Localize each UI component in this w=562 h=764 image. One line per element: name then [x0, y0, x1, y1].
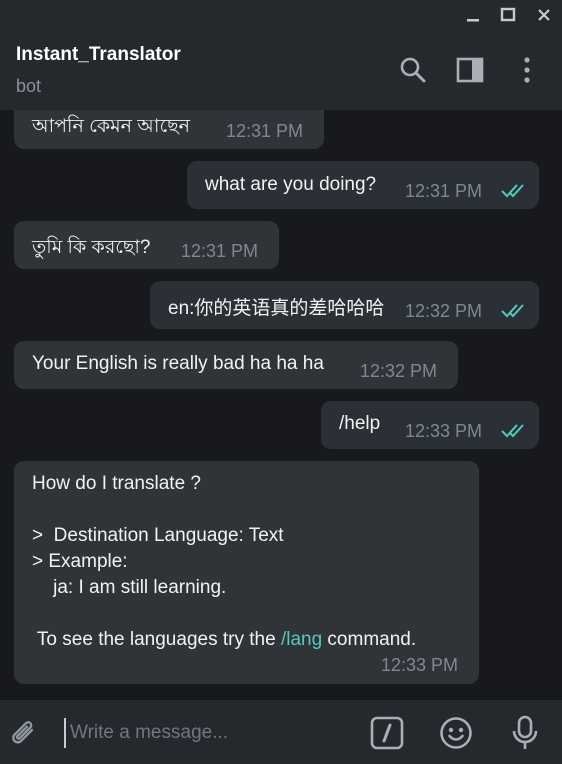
message-text: what are you doing?	[205, 174, 377, 195]
message-text: আপনি কেমন আছেন	[32, 116, 190, 137]
chat-title[interactable]: Instant_Translator	[16, 44, 181, 66]
message-time: 12:33 PM	[405, 421, 483, 441]
message-line: ja: I am still learning.	[32, 577, 227, 598]
read-receipt-icon	[501, 181, 527, 204]
message-time: 12:31 PM	[226, 121, 304, 141]
message-line: > Example:	[32, 551, 128, 572]
chat-subtitle: bot	[16, 76, 42, 96]
message-line-with-link: To see the languages try the /lang comma…	[32, 627, 416, 653]
message-bubble[interactable]: what are you doing? 12:31 PM	[187, 161, 539, 209]
message-bubble[interactable]: How do I translate ? > Destination Langu…	[14, 461, 479, 684]
window-titlebar	[0, 0, 562, 30]
message-text: To see the languages try the	[32, 629, 281, 650]
search-icon[interactable]	[397, 54, 429, 86]
message-line: > Destination Language: Text	[32, 525, 284, 546]
message-text: Your English is really bad ha ha ha	[32, 353, 324, 374]
sidebar-toggle-icon[interactable]	[454, 54, 486, 86]
message-composer	[0, 700, 562, 764]
close-icon[interactable]	[531, 4, 557, 26]
message-bubble[interactable]: আপনি কেমন আছেন 12:31 PM	[14, 110, 324, 149]
message-input[interactable]	[64, 718, 354, 748]
message-time: 12:32 PM	[360, 361, 438, 381]
attach-icon[interactable]	[6, 716, 42, 752]
chat-header: Instant_Translator bot	[0, 30, 562, 110]
message-bubble[interactable]: en:你的英语真的差哈哈哈 12:32 PM	[150, 281, 539, 329]
message-list[interactable]: আপনি কেমন আছেন 12:31 PM what are you doi…	[0, 110, 562, 700]
read-receipt-icon	[501, 421, 527, 444]
message-text: command.	[322, 629, 417, 650]
maximize-icon[interactable]	[495, 4, 521, 26]
message-time: 12:31 PM	[181, 241, 259, 261]
read-receipt-icon	[501, 301, 527, 324]
message-line: How do I translate ?	[32, 473, 201, 494]
message-bubble[interactable]: /help 12:33 PM	[321, 401, 539, 449]
minimize-icon[interactable]	[460, 4, 486, 26]
more-vert-icon[interactable]	[511, 54, 543, 86]
message-bubble[interactable]: তুমি কি করছো? 12:31 PM	[14, 221, 279, 269]
microphone-icon[interactable]	[506, 714, 544, 752]
message-time: 12:32 PM	[405, 301, 483, 321]
emoji-icon[interactable]	[437, 714, 475, 752]
message-text: en:你的英语真的差哈哈哈	[168, 298, 385, 319]
command-link[interactable]: /help	[339, 413, 380, 435]
command-link[interactable]: /lang	[281, 629, 322, 650]
message-bubble[interactable]: Your English is really bad ha ha ha 12:3…	[14, 341, 458, 389]
message-time: 12:31 PM	[405, 181, 483, 201]
message-text: তুমি কি করছো?	[32, 237, 151, 258]
message-time: 12:33 PM	[381, 655, 459, 675]
bot-command-icon[interactable]	[368, 714, 406, 752]
